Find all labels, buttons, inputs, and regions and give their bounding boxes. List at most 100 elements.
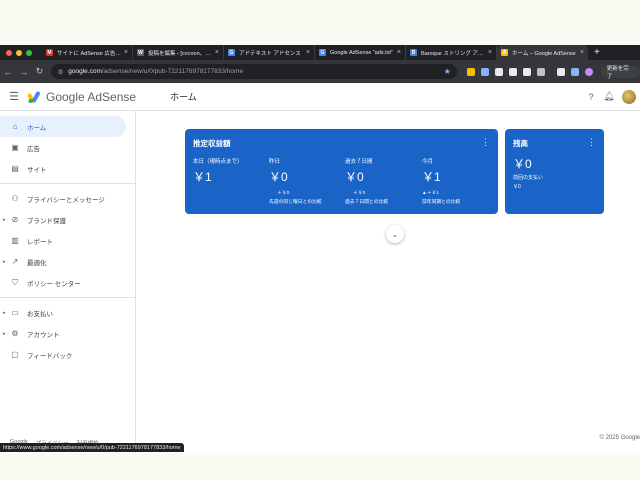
metric-last-7-days: 過去７日間 ￥0 ＋￥0 過去７日間との比較 [345, 157, 388, 205]
metric-value: ￥0 [269, 170, 288, 184]
metric-compare: 先週の同じ曜日との比較 [269, 200, 322, 205]
gmail-icon: M [46, 49, 53, 56]
sidebar-divider [0, 183, 135, 184]
back-arrow-icon[interactable]: ← [0, 67, 16, 77]
tab-title: アドテキスト アドセンス [239, 50, 301, 57]
browser-tab[interactable]: B Baroque ストリング アクセ...× [406, 45, 497, 60]
balance-metric: ￥0 前回の支払い ￥0 [513, 155, 543, 190]
sidebar-item[interactable]: ▸ ▭ お支払い [0, 302, 135, 323]
browser-tab[interactable]: W 投稿を編集 ‹ [cocoon、ad... × [133, 45, 224, 60]
adsense-logo[interactable]: Google AdSense [28, 90, 136, 104]
sidebar-item[interactable]: ▢ フィードバック [0, 344, 135, 365]
expand-caret-icon[interactable]: ▸ [3, 331, 6, 337]
metric-yesterday: 昨日 ￥0 ＋￥0 先週の同じ曜日との比較 [269, 157, 322, 205]
sidebar-item[interactable]: ▸ ⚙ アカウント [0, 323, 135, 344]
notifications-icon[interactable]: 🔔︎ [603, 91, 614, 102]
sidebar-item[interactable]: ▸ ⊘ ブランド保護 [0, 209, 135, 230]
browser-tab[interactable]: M サイトに AdSense 広告を表示× [42, 45, 133, 60]
address-bar[interactable]: ⚙ google.com/adsense/new/u/0/pub-7221176… [51, 64, 457, 79]
extension-icon[interactable] [480, 67, 489, 76]
sidebar-item-label: 最適化 [27, 259, 47, 267]
forward-arrow-icon[interactable]: → [16, 67, 32, 77]
metric-delta: ＋￥0 [353, 191, 366, 196]
browser-tab[interactable]: A ホーム – Google AdSense × [497, 45, 588, 60]
browser-tab[interactable]: G アドテキスト アドセンス × [224, 45, 315, 60]
more-vert-icon[interactable]: ⋮ [587, 137, 596, 148]
extension-icon[interactable] [466, 67, 475, 76]
download-icon[interactable] [556, 67, 565, 76]
puzzle-icon[interactable] [536, 67, 545, 76]
app-header: ☰ Google AdSense ホーム ? 🔔︎ [0, 83, 640, 111]
metric-today: 本日（現時点まで） ￥1 [193, 157, 243, 185]
expand-caret-icon[interactable]: ▸ [3, 217, 6, 223]
extension-icon[interactable] [570, 67, 579, 76]
browser-tab[interactable]: G Google AdSense "ads.txt" × [315, 45, 406, 60]
metric-this-month: 今月 ￥1 ▲＋￥1 前年同期との比較 [422, 157, 460, 205]
expand-chevron-down-icon[interactable]: ⌄ [386, 225, 404, 243]
sidebar: ⌂ ホーム ▣ 広告 ▤ サイト ⚇ プライバシーとメッセージ ▸ ⊘ ブランド保護 ▥ レポート ▸ ↗ 最… [0, 111, 136, 453]
shield-icon: ⛉ [12, 277, 18, 287]
sidebar-item[interactable]: ▣ 広告 [0, 137, 135, 158]
sidebar-item[interactable]: ⚇ プライバシーとメッセージ [0, 188, 135, 209]
metric-label: 過去７日間 [345, 159, 373, 165]
menu-icon[interactable]: ☰ [0, 90, 28, 103]
extension-icon[interactable] [508, 67, 517, 76]
close-tab-icon[interactable]: × [488, 49, 492, 56]
sidebar-item-label: プライバシーとメッセージ [27, 196, 105, 204]
trend-icon: ↗ [11, 257, 19, 266]
close-tab-icon[interactable]: × [397, 49, 401, 56]
account-avatar[interactable] [622, 89, 636, 104]
last-payment-label: 前回の支払い [513, 175, 544, 181]
sidebar-item[interactable]: ▤ サイト [0, 158, 135, 179]
metric-value: ￥0 [345, 170, 364, 184]
site-info-icon[interactable]: ⚙ [57, 68, 63, 76]
estimated-earnings-card: 推定収益額 ⋮ 本日（現時点まで） ￥1 昨日 ￥0 ＋￥0 先週の同じ曜日との… [185, 129, 498, 214]
page-title: ホーム [170, 92, 197, 102]
google-icon: G [319, 49, 326, 56]
expand-caret-icon[interactable]: ▸ [3, 259, 6, 265]
expand-caret-icon[interactable]: ▸ [3, 310, 6, 316]
close-tab-icon[interactable]: × [580, 49, 584, 56]
sidebar-item[interactable]: ▥ レポート [0, 230, 135, 251]
last-payment-value: ￥0 [513, 184, 521, 190]
main-content: 推定収益額 ⋮ 本日（現時点まで） ￥1 昨日 ￥0 ＋￥0 先週の同じ曜日との… [136, 111, 640, 453]
extension-icon[interactable] [494, 67, 503, 76]
extension-icon[interactable] [522, 67, 531, 76]
sidebar-divider [0, 297, 135, 298]
block-icon: ⊘ [11, 215, 19, 224]
minimize-window-button[interactable] [16, 49, 22, 56]
sidebar-item[interactable]: ⌂ ホーム [0, 116, 126, 137]
metric-delta: ▲＋￥1 [422, 191, 440, 196]
copyright: © 2025 Google [599, 435, 640, 441]
help-icon[interactable]: ? [586, 92, 596, 102]
gear-icon: ⚙ [11, 329, 19, 338]
sidebar-nav: ⌂ ホーム ▣ 広告 ▤ サイト ⚇ プライバシーとメッセージ ▸ ⊘ ブランド保護 ▥ レポート ▸ ↗ 最… [0, 111, 135, 365]
wordpress-icon: W [137, 49, 144, 56]
close-tab-icon[interactable]: × [306, 49, 310, 56]
sidebar-item-label: アカウント [27, 331, 60, 339]
bookmark-star-icon[interactable]: ★ [444, 67, 451, 76]
new-tab-icon[interactable]: + [588, 47, 606, 58]
more-vert-icon[interactable]: ⋮ [481, 137, 490, 148]
sidebar-item-label: ブランド保護 [27, 217, 66, 225]
metric-label: 本日（現時点まで） [193, 159, 243, 165]
sidebar-item-label: サイト [27, 166, 47, 174]
close-tab-icon[interactable]: × [124, 49, 128, 56]
sidebar-item[interactable]: ▸ ↗ 最適化 [0, 251, 135, 272]
close-tab-icon[interactable]: × [215, 49, 219, 56]
reload-icon[interactable]: ↻ [32, 66, 48, 77]
feedback-icon: ▢ [11, 350, 19, 359]
sidebar-item[interactable]: ⛉ ポリシー センター [0, 272, 135, 293]
tab-title: Google AdSense "ads.txt" [330, 49, 393, 56]
maximize-window-button[interactable] [26, 49, 32, 56]
tab-title: 投稿を編集 ‹ [cocoon、ad... [148, 50, 212, 57]
metric-value: ￥1 [193, 170, 212, 184]
window-controls [0, 49, 32, 56]
payments-icon: ▭ [11, 308, 19, 317]
sites-icon: ▤ [11, 164, 19, 173]
tab-title: ホーム – Google AdSense [512, 50, 576, 57]
update-button[interactable]: 更新を完了 [600, 65, 640, 80]
close-window-button[interactable] [6, 49, 12, 56]
reports-icon: ▥ [11, 236, 19, 245]
profile-avatar-icon[interactable] [584, 67, 593, 76]
